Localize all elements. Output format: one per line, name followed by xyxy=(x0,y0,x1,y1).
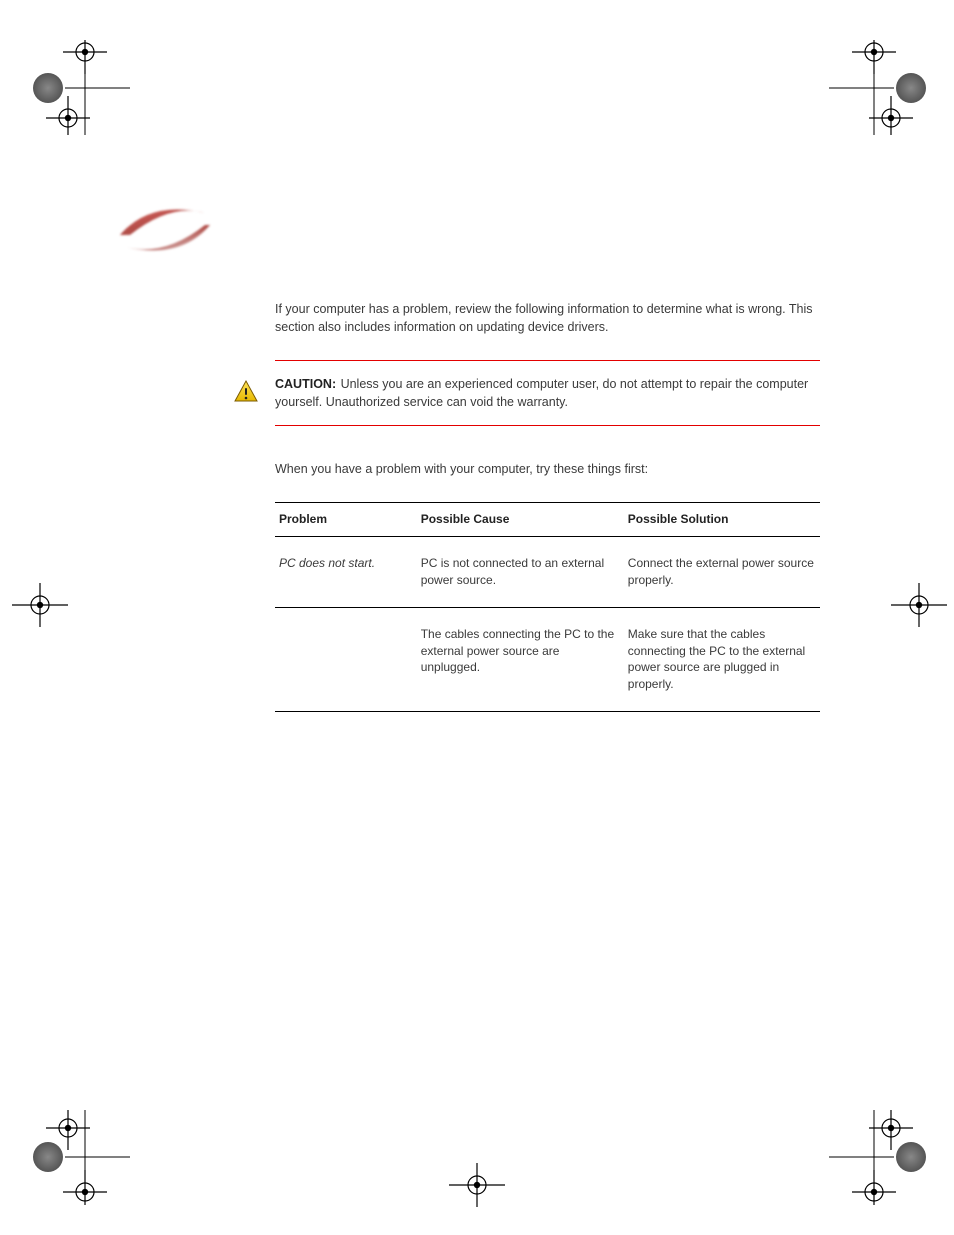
table-cell: Make sure that the cables connecting the… xyxy=(624,607,820,711)
crop-mark-icon xyxy=(829,40,929,140)
crop-mark-icon xyxy=(447,1160,507,1215)
crop-mark-icon xyxy=(10,580,70,635)
table-cell xyxy=(275,607,417,711)
troubleshoot-intro: When you have a problem with your comput… xyxy=(275,460,820,478)
crop-mark-icon xyxy=(829,1110,929,1210)
caution-label: CAUTION: xyxy=(275,377,336,391)
table-cell: PC is not connected to an external power… xyxy=(417,537,624,608)
troubleshoot-table: Problem Possible Cause Possible Solution… xyxy=(275,502,820,712)
caution-text: Unless you are an experienced computer u… xyxy=(275,377,808,409)
table-row: The cables connecting the PC to the exte… xyxy=(275,607,820,711)
crop-mark-icon xyxy=(889,580,949,635)
warning-icon xyxy=(233,379,259,405)
table-header: Possible Cause xyxy=(417,503,624,537)
crop-mark-icon xyxy=(30,40,130,140)
table-cell: PC does not start. xyxy=(275,537,417,608)
crop-mark-icon xyxy=(30,1110,130,1210)
caution-callout: CAUTION: Unless you are an experienced c… xyxy=(275,360,820,426)
table-row: PC does not start. PC is not connected t… xyxy=(275,537,820,608)
table-cell: Connect the external power source proper… xyxy=(624,537,820,608)
page-content: If your computer has a problem, review t… xyxy=(275,300,820,712)
intro-paragraph: If your computer has a problem, review t… xyxy=(275,300,820,336)
table-header: Possible Solution xyxy=(624,503,820,537)
table-header-row: Problem Possible Cause Possible Solution xyxy=(275,503,820,537)
table-header: Problem xyxy=(275,503,417,537)
table-cell: The cables connecting the PC to the exte… xyxy=(417,607,624,711)
swoosh-logo-icon xyxy=(110,195,220,265)
